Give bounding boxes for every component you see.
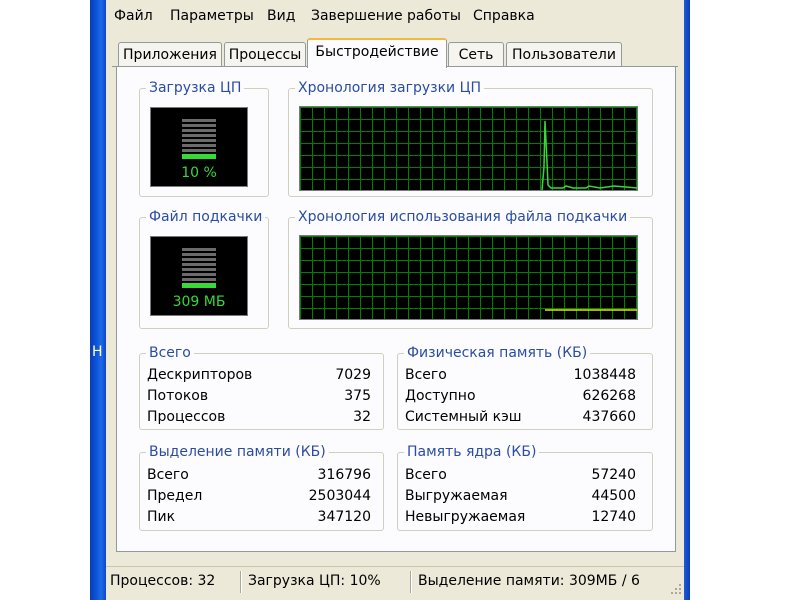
cpu-usage-value: 10 % <box>181 165 217 181</box>
pagefile-meter-fill <box>182 283 216 288</box>
commit-row: Предел 2503044 <box>147 488 371 508</box>
status-commit-charge: Выделение памяти: 309МБ / 6 <box>418 573 640 589</box>
menu-help[interactable]: Справка <box>473 8 535 24</box>
commit-peak-label: Пик <box>147 509 176 525</box>
handles-value: 7029 <box>335 367 371 383</box>
tab-performance[interactable]: Быстродействие <box>307 38 447 68</box>
cpu-usage-meter: 10 % <box>150 107 248 187</box>
commit-charge-group: Выделение памяти (КБ) Всего 316796 Преде… <box>139 444 384 531</box>
kernel-total-value: 57240 <box>591 467 636 483</box>
commit-row: Всего 316796 <box>147 467 371 487</box>
handles-label: Дескрипторов <box>147 367 253 383</box>
totals-row: Потоков 375 <box>147 388 371 408</box>
pagefile-history-group: Хронология использования файла подкачки <box>288 209 653 329</box>
totals-row: Дескрипторов 7029 <box>147 367 371 387</box>
task-manager-window: Файл Параметры Вид Завершение работы Спр… <box>106 0 684 600</box>
tab-networking[interactable]: Сеть <box>448 42 504 66</box>
cpu-meter-bars <box>182 119 216 161</box>
system-cache-label: Системный кэш <box>405 409 522 425</box>
totals-group: Всего Дескрипторов 7029 Потоков 375 Проц… <box>139 345 384 430</box>
commit-row: Пик 347120 <box>147 509 371 529</box>
threads-label: Потоков <box>147 388 209 404</box>
kernel-row: Всего 57240 <box>405 467 636 487</box>
physical-total-value: 1038448 <box>573 367 636 383</box>
system-cache-value: 437660 <box>582 409 636 425</box>
physical-available-label: Доступно <box>405 388 476 404</box>
pagefile-meter: 309 МБ <box>150 236 248 316</box>
physical-row: Системный кэш 437660 <box>405 409 636 429</box>
tab-applications[interactable]: Приложения <box>118 42 222 66</box>
pagefile-title: Файл подкачки <box>149 209 263 225</box>
pagefile-history-title: Хронология использования файла подкачки <box>298 209 628 225</box>
kernel-paged-value: 44500 <box>591 488 636 504</box>
physical-row: Всего 1038448 <box>405 367 636 387</box>
commit-limit-label: Предел <box>147 488 203 504</box>
window-right-border <box>684 0 690 600</box>
status-bar: Процессов: 32 Загрузка ЦП: 10% Выделение… <box>106 566 684 597</box>
kernel-nonpaged-value: 12740 <box>591 509 636 525</box>
physical-memory-title: Физическая память (КБ) <box>407 345 588 361</box>
pagefile-value: 309 МБ <box>172 294 226 310</box>
physical-total-label: Всего <box>405 367 447 383</box>
totals-row: Процессов 32 <box>147 409 371 429</box>
pagefile-history-graph <box>299 235 638 320</box>
menu-shutdown[interactable]: Завершение работы <box>311 8 461 24</box>
cpu-history-group: Хронология загрузки ЦП <box>288 80 653 197</box>
physical-memory-group: Физическая память (КБ) Всего 1038448 Дос… <box>397 345 653 430</box>
cpu-history-line <box>541 120 637 190</box>
kernel-row: Невыгружаемая 12740 <box>405 509 636 529</box>
background-window-edge: H <box>90 0 106 600</box>
tab-processes[interactable]: Процессы <box>224 42 306 66</box>
processes-value: 32 <box>353 409 371 425</box>
cpu-history-graph <box>299 106 638 191</box>
pagefile-history-svg <box>545 309 637 311</box>
physical-row: Доступно 626268 <box>405 388 636 408</box>
cpu-meter-fill <box>182 154 216 159</box>
kernel-row: Выгружаемая 44500 <box>405 488 636 508</box>
cpu-history-svg <box>541 120 637 190</box>
menu-bar: Файл Параметры Вид Завершение работы Спр… <box>106 2 684 28</box>
kernel-nonpaged-label: Невыгружаемая <box>405 509 526 525</box>
cpu-usage-title: Загрузка ЦП <box>149 80 242 96</box>
kernel-paged-label: Выгружаемая <box>405 488 508 504</box>
status-separator <box>240 571 242 593</box>
totals-title: Всего <box>149 345 191 361</box>
performance-panel: Загрузка ЦП 10 % Хронология загрузки ЦП <box>116 67 676 552</box>
menu-view[interactable]: Вид <box>267 8 295 24</box>
commit-charge-title: Выделение памяти (КБ) <box>149 444 326 460</box>
status-processes: Процессов: 32 <box>110 573 216 589</box>
pagefile-group: Файл подкачки 309 МБ <box>139 209 269 329</box>
cpu-usage-group: Загрузка ЦП 10 % <box>139 80 269 197</box>
pagefile-meter-bars <box>182 248 216 290</box>
commit-limit-value: 2503044 <box>308 488 371 504</box>
status-separator <box>410 571 412 593</box>
cpu-history-title: Хронология загрузки ЦП <box>298 80 481 96</box>
menu-options[interactable]: Параметры <box>170 8 254 24</box>
kernel-memory-title: Память ядра (КБ) <box>407 444 537 460</box>
physical-available-value: 626268 <box>582 388 636 404</box>
commit-total-value: 316796 <box>317 467 371 483</box>
tab-users[interactable]: Пользователи <box>506 42 622 66</box>
kernel-total-label: Всего <box>405 467 447 483</box>
resize-grip-icon[interactable] <box>670 583 682 595</box>
menu-file[interactable]: Файл <box>114 8 153 24</box>
commit-total-label: Всего <box>147 467 189 483</box>
threads-value: 375 <box>344 388 371 404</box>
kernel-memory-group: Память ядра (КБ) Всего 57240 Выгружаемая… <box>397 444 653 531</box>
processes-label: Процессов <box>147 409 226 425</box>
commit-peak-value: 347120 <box>317 509 371 525</box>
status-cpu-usage: Загрузка ЦП: 10% <box>248 573 381 589</box>
